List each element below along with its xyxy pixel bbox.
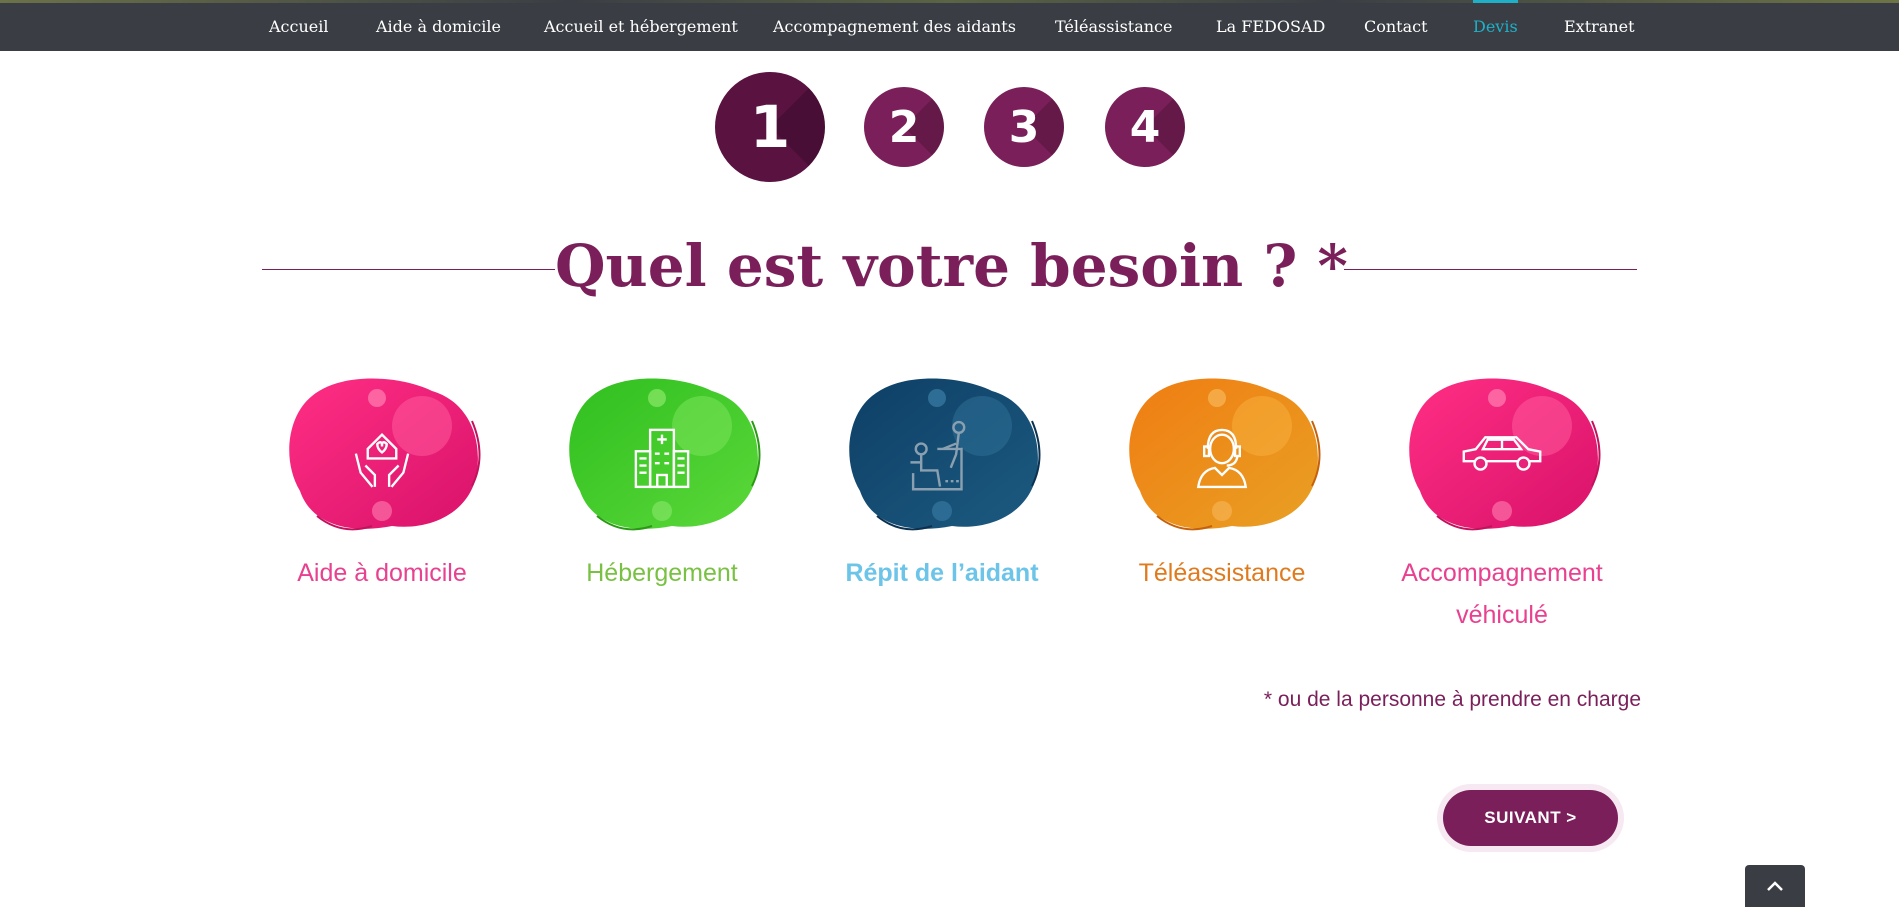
car-icon: [1462, 436, 1542, 471]
header-image-strip: [0, 0, 1899, 3]
hospital-building-icon: [634, 428, 690, 489]
nav-item-contact[interactable]: Contact: [1364, 17, 1428, 36]
option-label: Hébergement: [586, 559, 738, 587]
operator-headset-icon: [1196, 428, 1248, 489]
option-label: Téléassistance: [1138, 559, 1306, 587]
step-1-number: 1: [749, 93, 791, 161]
nav-item-aide-a-domicile[interactable]: Aide à domicile: [376, 17, 501, 36]
nav-item-extranet[interactable]: Extranet: [1564, 17, 1635, 36]
option-label: Accompagnement véhiculé: [1401, 559, 1603, 629]
page-title: Quel est votre besoin ? *: [555, 232, 1348, 300]
nav-item-devis[interactable]: Devis: [1473, 0, 1518, 36]
home-heart-hands-icon: [354, 432, 410, 488]
nav-item-teleassistance[interactable]: Téléassistance: [1055, 17, 1172, 36]
chevron-up-icon: [1767, 881, 1783, 891]
option-teleassistance[interactable]: Téléassistance: [1117, 376, 1327, 646]
caregiver-wheelchair-icon: [910, 420, 966, 491]
nav-item-accueil-hebergement[interactable]: Accueil et hébergement: [544, 17, 738, 36]
top-navigation: Accueil Aide à domicile Accueil et héber…: [0, 0, 1899, 51]
title-divider-right: [1344, 269, 1637, 270]
nav-item-fedosad[interactable]: La FEDOSAD: [1216, 17, 1325, 36]
option-aide-a-domicile[interactable]: Aide à domicile: [277, 376, 487, 646]
footnote: * ou de la personne à prendre en charge: [1263, 688, 1641, 711]
step-3-number: 3: [1008, 101, 1040, 153]
step-3[interactable]: 3: [984, 87, 1064, 167]
next-button[interactable]: SUIVANT >: [1443, 790, 1618, 846]
option-label: Répit de l’aidant: [845, 559, 1039, 587]
option-label: Aide à domicile: [297, 559, 467, 587]
step-4[interactable]: 4: [1105, 87, 1185, 167]
step-2-number: 2: [888, 101, 920, 153]
nav-item-accueil[interactable]: Accueil: [269, 17, 328, 36]
back-to-top-button[interactable]: [1745, 865, 1805, 907]
step-4-number: 4: [1129, 101, 1161, 153]
option-repit-aidant[interactable]: Répit de l’aidant: [837, 376, 1047, 646]
option-accompagnement-vehicule[interactable]: Accompagnement véhiculé: [1397, 376, 1607, 646]
option-hebergement[interactable]: Hébergement: [557, 376, 767, 646]
step-1[interactable]: 1: [715, 72, 825, 182]
nav-item-accompagnement-aidants[interactable]: Accompagnement des aidants: [773, 17, 1016, 36]
step-2[interactable]: 2: [864, 87, 944, 167]
title-divider-left: [262, 269, 555, 270]
